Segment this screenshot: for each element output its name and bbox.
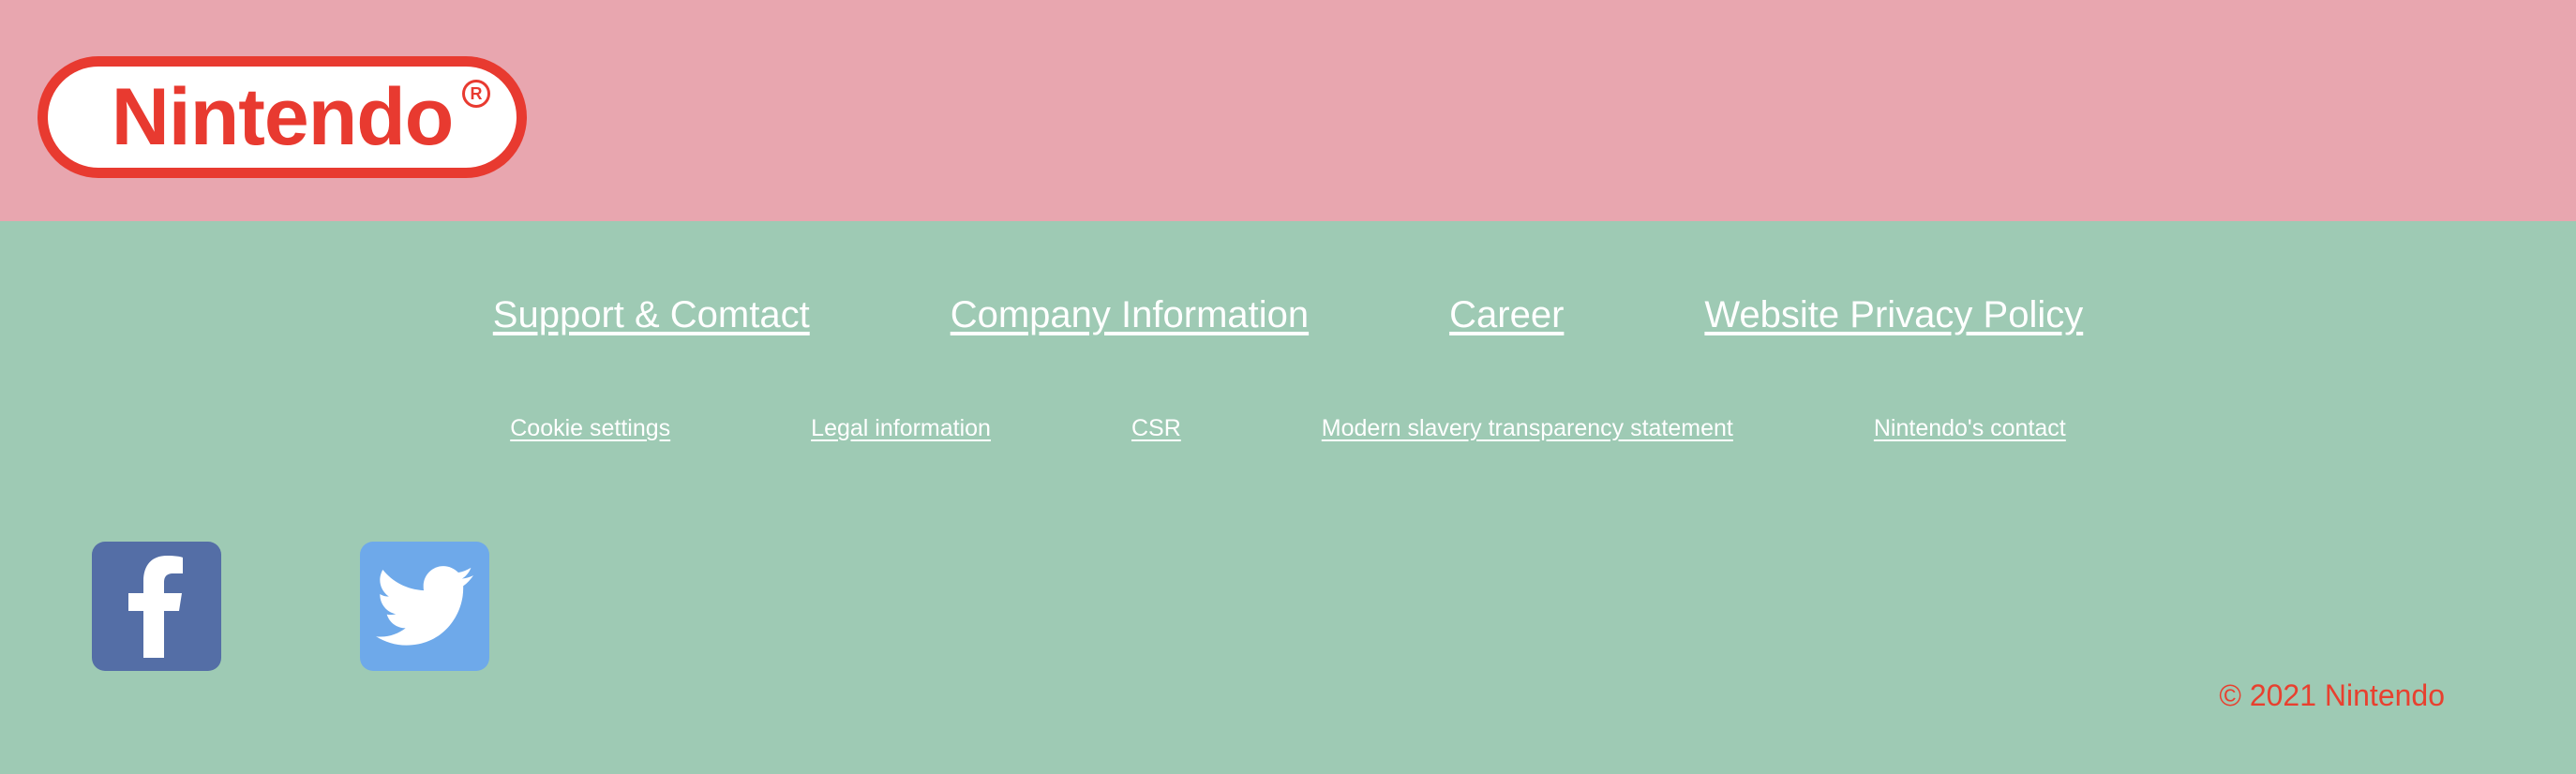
csr-link[interactable]: CSR <box>1131 415 1181 442</box>
primary-footer-nav: Support & Comtact Company Information Ca… <box>0 294 2576 336</box>
cookie-settings-link[interactable]: Cookie settings <box>510 415 670 442</box>
twitter-button[interactable] <box>360 542 489 671</box>
secondary-footer-nav: Cookie settings Legal information CSR Mo… <box>0 415 2576 442</box>
twitter-icon <box>376 566 473 646</box>
facebook-icon <box>128 556 183 658</box>
logo-wordmark: Nintendo <box>111 72 455 162</box>
career-link[interactable]: Career <box>1449 294 1564 336</box>
logo-inner: Nintendo R <box>48 67 517 168</box>
site-header: Nintendo R <box>0 0 2576 221</box>
nintendo-logo[interactable]: Nintendo R <box>37 56 527 178</box>
nintendo-contact-link[interactable]: Nintendo's contact <box>1874 415 2066 442</box>
registered-mark-icon: R <box>462 80 490 108</box>
company-information-link[interactable]: Company Information <box>951 294 1309 336</box>
copyright-text: © 2021 Nintendo <box>2219 678 2445 712</box>
support-contact-link[interactable]: Support & Comtact <box>493 294 810 336</box>
modern-slavery-statement-link[interactable]: Modern slavery transparency statement <box>1322 415 1733 442</box>
legal-information-link[interactable]: Legal information <box>811 415 991 442</box>
site-footer: Support & Comtact Company Information Ca… <box>0 221 2576 774</box>
privacy-policy-link[interactable]: Website Privacy Policy <box>1704 294 2083 336</box>
facebook-button[interactable] <box>92 542 221 671</box>
